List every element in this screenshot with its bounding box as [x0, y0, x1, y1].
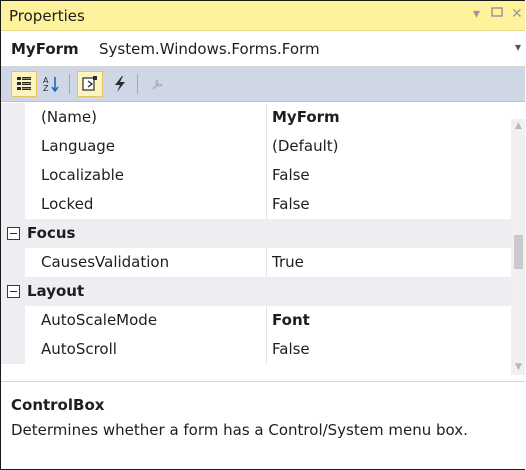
- toolbar-separator: [137, 74, 138, 94]
- category-label: Focus: [27, 224, 76, 242]
- property-value[interactable]: False: [272, 195, 310, 213]
- toolbar-separator: [69, 74, 70, 94]
- row-margin: [1, 335, 25, 364]
- property-row[interactable]: (Name) MyForm: [1, 103, 511, 132]
- scrollbar-thumb[interactable]: [514, 235, 523, 269]
- column-divider[interactable]: [266, 190, 267, 219]
- property-grid-scrollbar[interactable]: ▲ ▼: [511, 119, 525, 375]
- property-name: CausesValidation: [41, 253, 170, 271]
- property-value[interactable]: False: [272, 166, 310, 184]
- property-name: (Name): [41, 108, 97, 126]
- property-row[interactable]: Localizable False: [1, 161, 511, 190]
- property-row[interactable]: Language (Default): [1, 132, 511, 161]
- property-name: AutoScroll: [41, 340, 117, 358]
- category-label: Layout: [27, 282, 85, 300]
- column-divider[interactable]: [266, 306, 267, 335]
- category-row[interactable]: Layout: [1, 277, 511, 306]
- description-pane: ControlBox Determines whether a form has…: [1, 381, 525, 469]
- property-row[interactable]: Locked False: [1, 190, 511, 219]
- panel-title-bar[interactable]: Properties ▾ ✕: [1, 1, 525, 31]
- panel-title: Properties: [9, 7, 85, 25]
- object-name: MyForm: [11, 40, 79, 58]
- property-value[interactable]: True: [272, 253, 304, 271]
- alphabetical-icon[interactable]: A Z: [39, 71, 65, 97]
- property-row[interactable]: CausesValidation True: [1, 248, 511, 277]
- dropdown-arrow-icon[interactable]: ▾: [473, 4, 480, 24]
- row-margin: [1, 132, 25, 161]
- property-value[interactable]: False: [272, 340, 310, 358]
- object-selector[interactable]: MyForm System.Windows.Forms.Form ▾: [1, 31, 525, 67]
- row-margin: [1, 190, 25, 219]
- collapse-icon[interactable]: [7, 285, 20, 298]
- property-name: AutoScaleMode: [41, 311, 158, 329]
- property-pages-icon[interactable]: [145, 71, 171, 97]
- properties-window: Properties ▾ ✕ MyForm System.Windows.For…: [0, 0, 525, 470]
- property-value[interactable]: (Default): [272, 137, 339, 155]
- row-margin: [1, 161, 25, 190]
- row-margin: [1, 103, 25, 132]
- scroll-up-icon[interactable]: ▲: [515, 121, 522, 131]
- collapse-icon[interactable]: [7, 227, 20, 240]
- column-divider[interactable]: [266, 248, 267, 277]
- description-text: Determines whether a form has a Control/…: [11, 421, 468, 439]
- property-value[interactable]: Font: [272, 311, 310, 329]
- properties-toolbar: A Z: [1, 67, 525, 102]
- events-icon[interactable]: [107, 71, 133, 97]
- property-row[interactable]: AutoScroll False: [1, 335, 511, 364]
- row-margin: [1, 306, 25, 335]
- property-row[interactable]: AutoScaleMode Font: [1, 306, 511, 335]
- row-margin: [1, 248, 25, 277]
- property-name: Localizable: [41, 166, 125, 184]
- properties-icon[interactable]: [77, 71, 103, 97]
- categorized-icon[interactable]: [11, 71, 37, 97]
- column-divider[interactable]: [266, 103, 267, 132]
- column-divider[interactable]: [266, 335, 267, 364]
- svg-text:Z: Z: [43, 84, 49, 93]
- property-name: Locked: [41, 195, 94, 213]
- description-title: ControlBox: [11, 396, 105, 414]
- object-type: System.Windows.Forms.Form: [99, 40, 320, 58]
- maximize-icon[interactable]: [491, 4, 503, 24]
- column-divider[interactable]: [266, 161, 267, 190]
- category-row[interactable]: Focus: [1, 219, 511, 248]
- close-icon[interactable]: ✕: [511, 4, 523, 24]
- property-value[interactable]: MyForm: [272, 108, 340, 126]
- chevron-down-icon[interactable]: ▾: [515, 40, 521, 54]
- property-name: Language: [41, 137, 116, 155]
- column-divider[interactable]: [266, 132, 267, 161]
- scroll-down-icon[interactable]: ▼: [515, 362, 522, 372]
